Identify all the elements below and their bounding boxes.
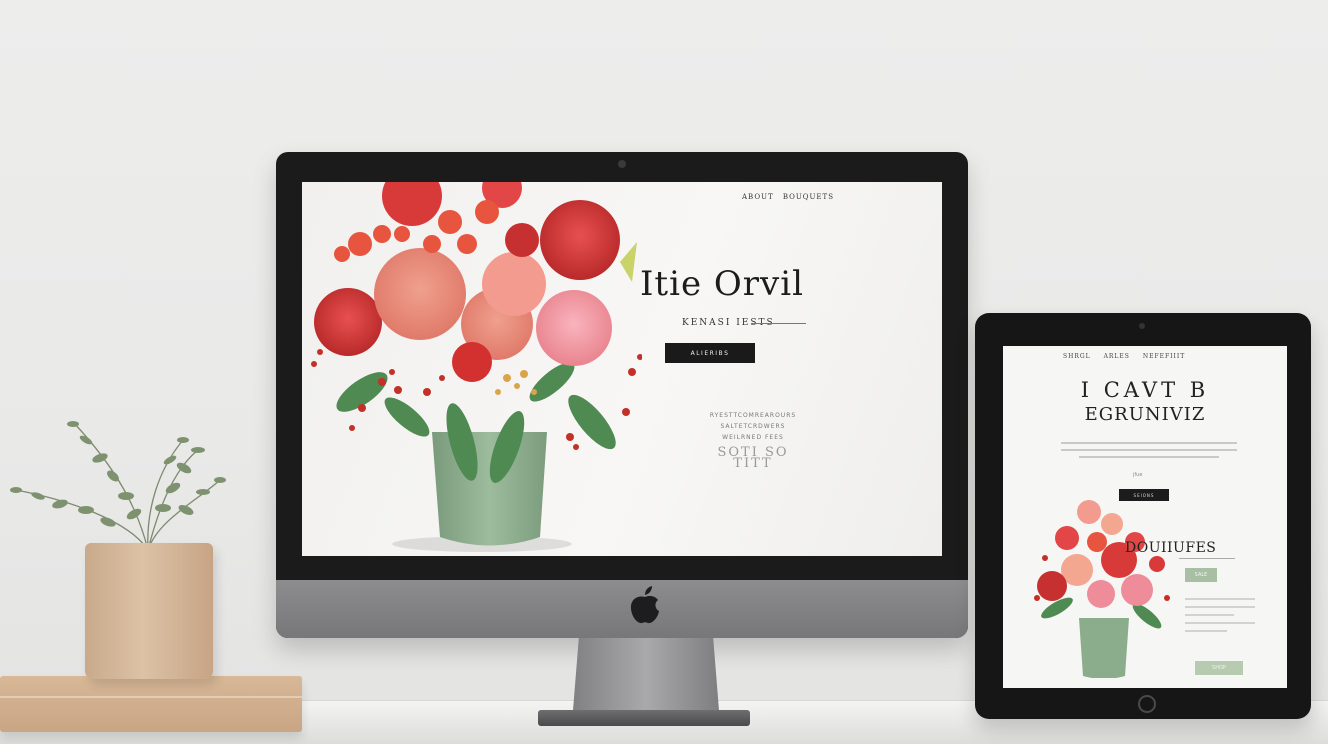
ipad-small-text: jfue bbox=[1133, 472, 1143, 478]
home-button-icon[interactable] bbox=[1138, 695, 1156, 713]
ipad-heading-divider bbox=[1179, 558, 1235, 559]
ipad-nav-item[interactable]: ARLES bbox=[1104, 353, 1130, 360]
ipad-nav: SHRGL ARLES NEFEFIIIT bbox=[1063, 353, 1195, 360]
ipad-shop-button[interactable]: SHOP bbox=[1195, 661, 1243, 675]
ipad-tag-badge[interactable]: SALE bbox=[1185, 568, 1217, 582]
imac-stand bbox=[572, 638, 720, 718]
ipad-section-heading: DOUIIUFES bbox=[1125, 540, 1217, 556]
camera-icon bbox=[1139, 323, 1145, 329]
flower-bouquet-image bbox=[311, 182, 642, 552]
imac-stand-base bbox=[538, 710, 750, 726]
potted-plant bbox=[8, 410, 228, 690]
apple-logo-icon bbox=[630, 586, 659, 624]
ipad-screen: SHRGL ARLES NEFEFIIIT I CAVT B EGRUNIVIZ… bbox=[1003, 346, 1287, 688]
ipad-nav-item[interactable]: NEFEFIIIT bbox=[1143, 353, 1185, 360]
nav-item-about[interactable]: ABOUT bbox=[742, 193, 774, 201]
ipad-nav-item[interactable]: SHRGL bbox=[1063, 353, 1091, 360]
ipad-title-line1: I CAVT B bbox=[1080, 378, 1210, 402]
ipad-paragraph bbox=[1185, 598, 1255, 638]
camera-icon bbox=[618, 160, 626, 168]
info-line: SALTETCRDWERS bbox=[720, 423, 786, 430]
imac-monitor: ABOUT BOUQUETS Itie Orvil KENASI IESTS A… bbox=[276, 152, 968, 638]
ipad-title-line2: EGRUNIVIZ bbox=[1084, 404, 1206, 425]
imac-screen: ABOUT BOUQUETS Itie Orvil KENASI IESTS A… bbox=[302, 182, 942, 556]
imac-chin bbox=[276, 580, 968, 638]
ipad-device: SHRGL ARLES NEFEFIIIT I CAVT B EGRUNIVIZ… bbox=[975, 313, 1311, 719]
ipad-body-text bbox=[1061, 442, 1237, 463]
info-line: RYESTTCOMREAROURS bbox=[709, 412, 797, 419]
top-nav: ABOUT BOUQUETS bbox=[742, 193, 840, 201]
info-big-text: SOTI SO TITT bbox=[717, 445, 789, 471]
nav-item-bouquets[interactable]: BOUQUETS bbox=[783, 193, 834, 201]
hero-title: Itie Orvil bbox=[640, 264, 804, 304]
hero-divider bbox=[752, 323, 806, 324]
info-line: WEILRNED FEES bbox=[722, 434, 784, 441]
plant-leaves-icon bbox=[10, 421, 226, 551]
hero-cta-button[interactable]: ALIERIBS bbox=[665, 343, 755, 363]
plant-pot bbox=[85, 543, 213, 679]
ipad-bouquet-image bbox=[1034, 500, 1170, 678]
info-block: RYESTTCOMREAROURS SALTETCRDWERS WEILRNED… bbox=[698, 410, 808, 471]
